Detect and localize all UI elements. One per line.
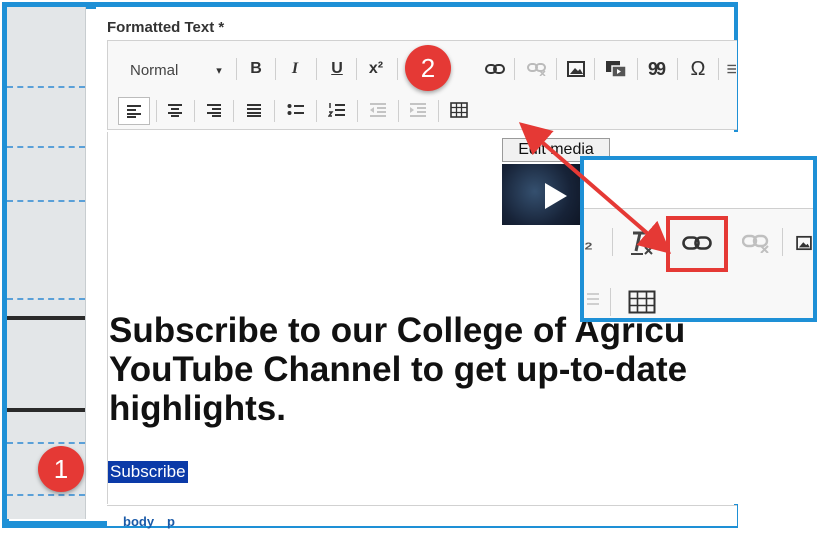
step-2-badge: 2 <box>405 45 451 91</box>
step-1-badge: 1 <box>38 446 84 492</box>
